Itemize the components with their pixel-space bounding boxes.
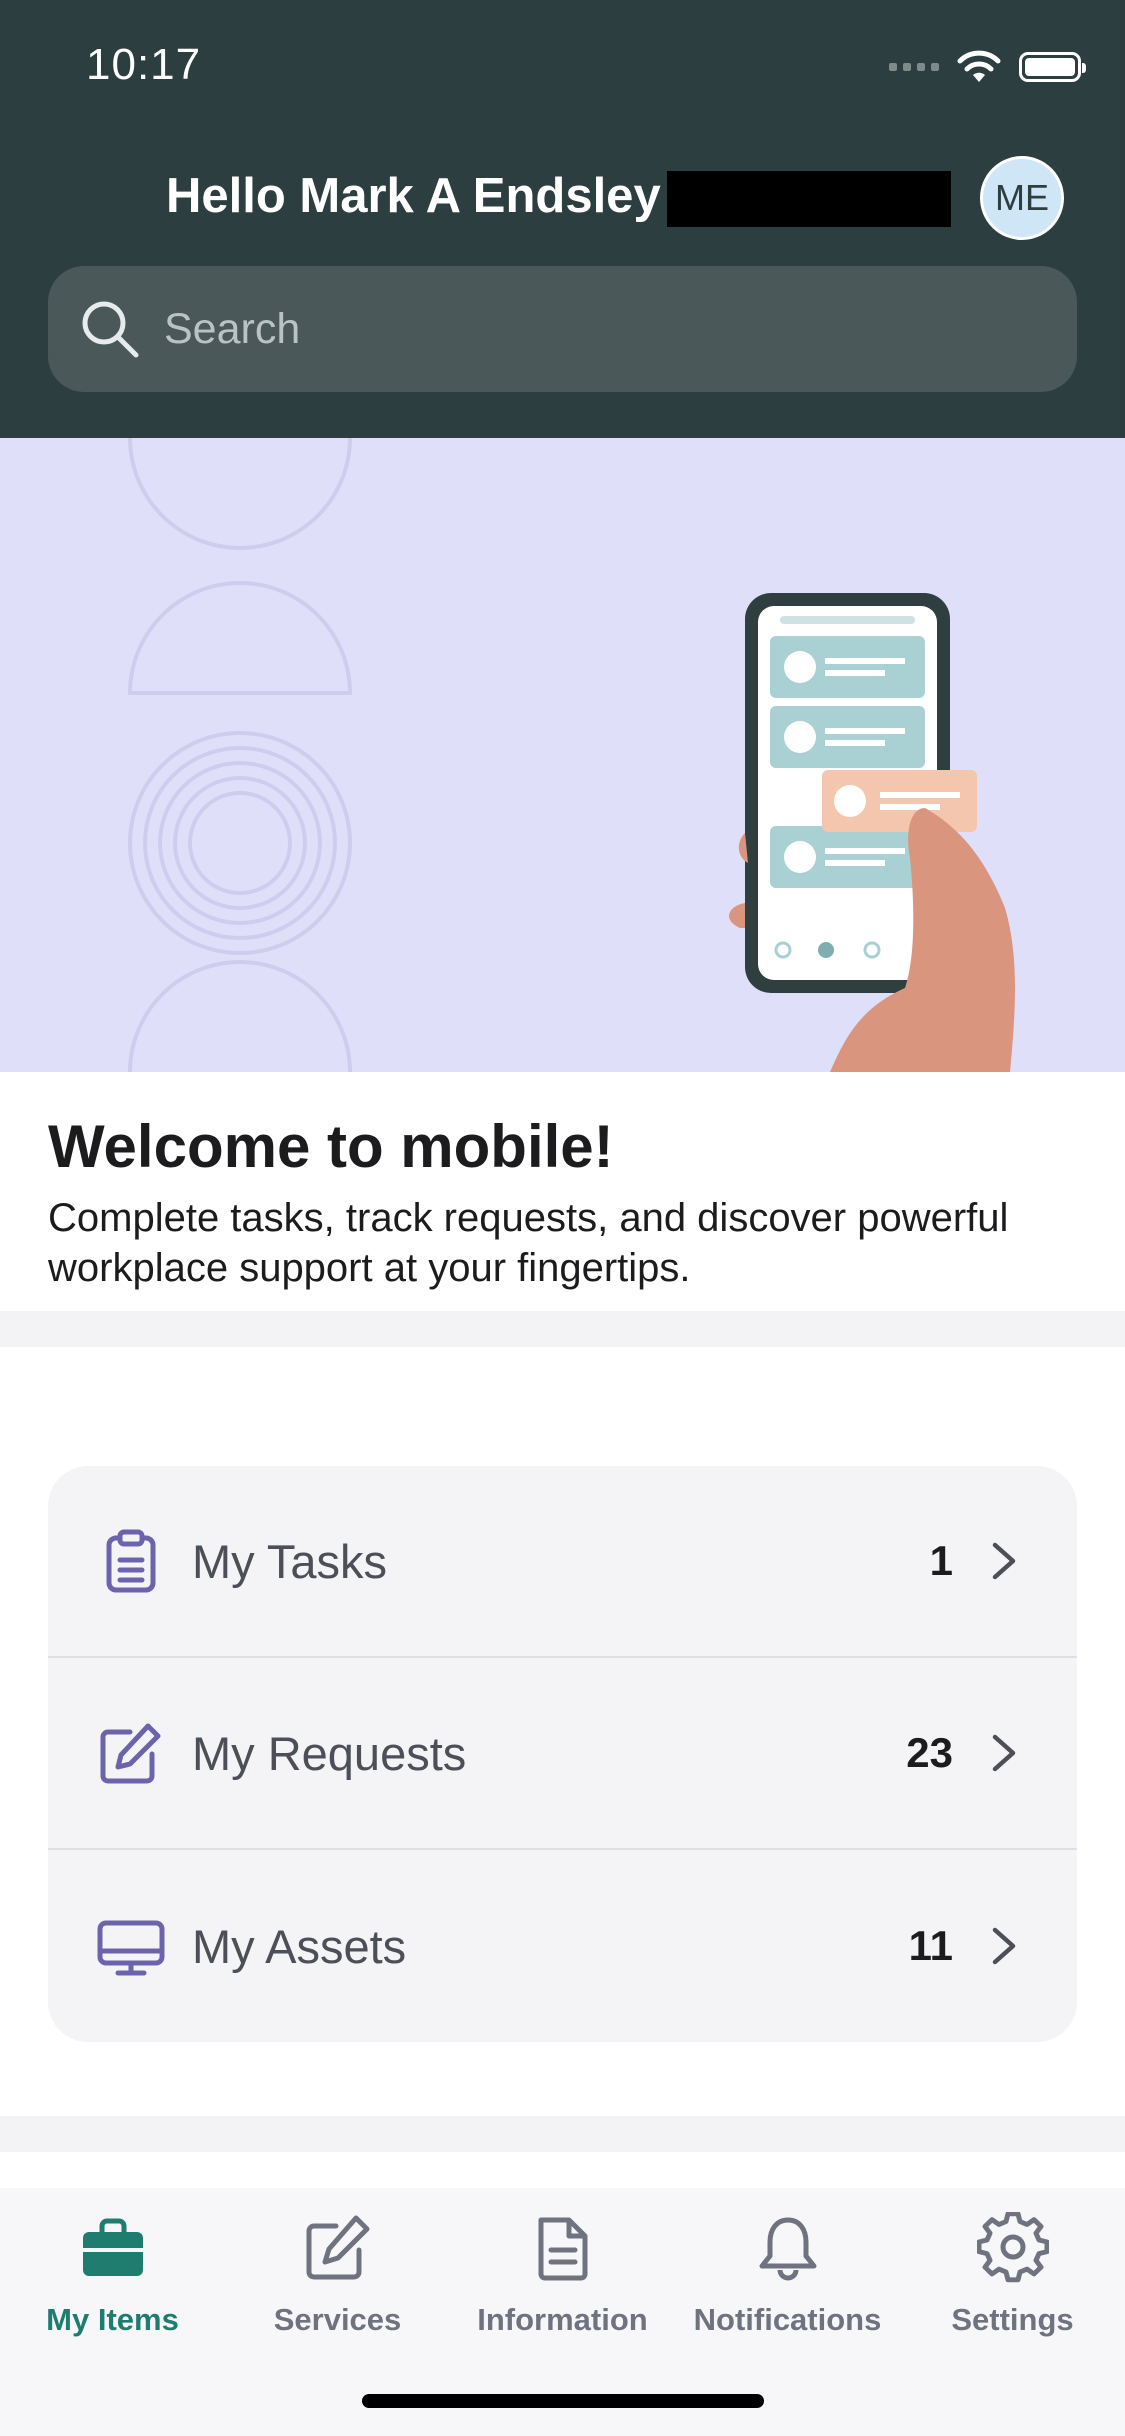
search-input[interactable] — [162, 303, 1016, 355]
section-divider — [0, 1311, 1125, 1347]
chevron-right-icon — [992, 1927, 1016, 1965]
cellular-signal-icon — [889, 63, 939, 71]
briefcase-icon — [82, 2218, 143, 2276]
tab-label: My Items — [46, 2302, 179, 2337]
tab-label: Information — [477, 2302, 648, 2337]
edit-icon — [100, 1723, 161, 1784]
status-icons — [889, 50, 1086, 84]
tab-services[interactable]: Services — [225, 2212, 450, 2338]
section-divider — [0, 2116, 1125, 2152]
tab-label: Notifications — [693, 2302, 882, 2337]
tab-my-items[interactable]: My Items — [0, 2212, 225, 2338]
chevron-right-icon — [992, 1542, 1016, 1580]
row-count: 1 — [929, 1537, 953, 1584]
tab-label: Settings — [951, 2302, 1074, 2337]
chevron-right-icon — [992, 1734, 1016, 1772]
row-label: My Tasks — [192, 1534, 387, 1588]
tab-label: Services — [273, 2302, 402, 2337]
app-header: 10:17 Hello Mark A Endsley ME — [0, 0, 1125, 438]
search-bar[interactable] — [48, 266, 1077, 392]
status-time: 10:17 — [86, 40, 202, 89]
phone-hand-illustration — [127, 438, 1015, 1072]
clipboard-icon — [106, 1529, 156, 1593]
home-indicator — [362, 2394, 764, 2408]
my-requests-row[interactable]: My Requests 23 — [48, 1658, 1077, 1850]
my-tasks-row[interactable]: My Tasks 1 — [48, 1466, 1077, 1658]
welcome-body: Complete tasks, track requests, and disc… — [48, 1196, 1009, 1290]
tab-information[interactable]: Information — [450, 2212, 675, 2338]
greeting: Hello Mark A Endsley — [166, 168, 951, 228]
redaction-block — [666, 171, 951, 228]
search-icon — [82, 301, 139, 358]
my-items-card: My Tasks 1 My Requests 23 My Assets 11 — [48, 1466, 1077, 2042]
bell-icon — [759, 2217, 816, 2281]
avatar[interactable]: ME — [980, 156, 1064, 240]
my-assets-row[interactable]: My Assets 11 — [48, 1850, 1077, 2042]
wifi-icon — [957, 50, 1001, 82]
edit-icon — [306, 2215, 369, 2280]
tab-settings[interactable]: Settings — [900, 2212, 1125, 2338]
welcome-section: Welcome to mobile! Complete tasks, track… — [48, 1112, 1078, 1293]
row-count: 23 — [906, 1729, 953, 1776]
row-count: 11 — [908, 1922, 953, 1969]
welcome-illustration — [0, 438, 1125, 1072]
tab-notifications[interactable]: Notifications — [675, 2212, 900, 2338]
monitor-icon — [97, 1920, 165, 1976]
gear-icon — [976, 2212, 1049, 2283]
document-icon — [538, 2217, 587, 2281]
welcome-title: Welcome to mobile! — [48, 1113, 614, 1180]
greeting-text: Hello Mark A Endsley — [166, 169, 661, 223]
row-label: My Assets — [192, 1919, 407, 1973]
row-label: My Requests — [192, 1726, 467, 1780]
battery-icon — [1019, 52, 1086, 82]
